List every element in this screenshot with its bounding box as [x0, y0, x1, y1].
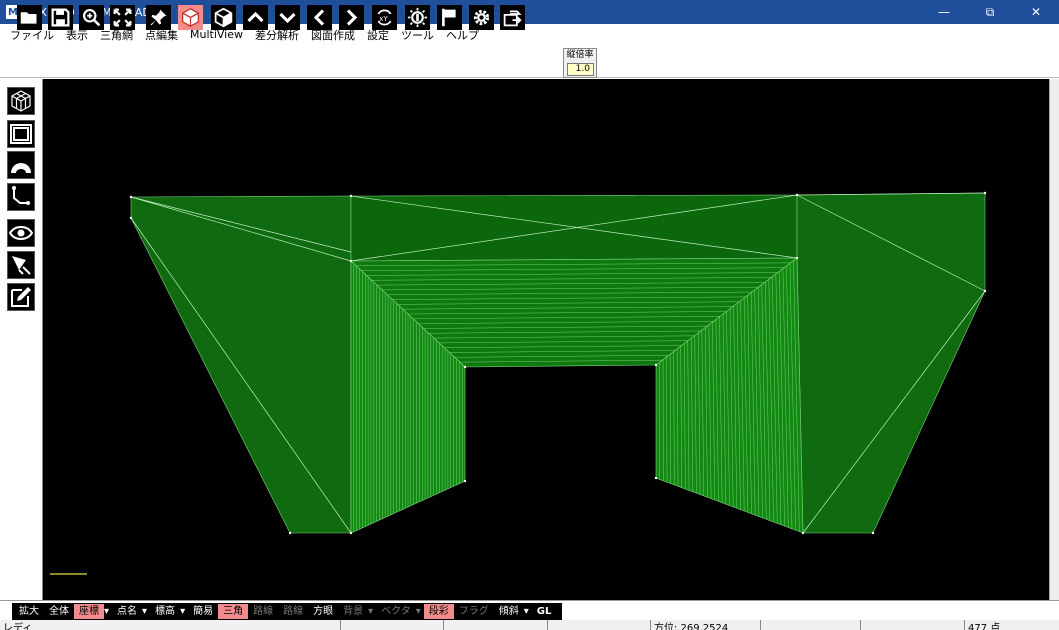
- edit-icon: [11, 287, 31, 307]
- wire-view-button[interactable]: [211, 5, 236, 30]
- folder-icon: [20, 12, 37, 24]
- status-pane-4: [547, 620, 650, 630]
- pin-icon: [150, 9, 167, 26]
- background-toggle[interactable]: 背景: [338, 604, 368, 619]
- vector-toggle[interactable]: ベクタ: [376, 604, 416, 619]
- sun-icon: [407, 7, 428, 28]
- elevation-dropdown[interactable]: ▾: [180, 604, 188, 619]
- route-toggle-1[interactable]: 路線: [248, 604, 278, 619]
- mesh-right-wing: [796, 192, 986, 534]
- vector-dropdown[interactable]: ▾: [416, 604, 424, 619]
- flag-button[interactable]: [437, 5, 462, 30]
- close-button[interactable]: ✕: [1013, 0, 1059, 24]
- cube-icon: [214, 7, 233, 28]
- status-bar: レディ 方位: 269.2524 477 点: [0, 620, 1059, 630]
- vertical-scale-box: 縦倍率 1.0: [563, 48, 597, 78]
- main-toolbar: [0, 45, 1059, 78]
- export-icon: [503, 10, 522, 27]
- point-name-dropdown[interactable]: ▾: [142, 604, 150, 619]
- triangle-toggle[interactable]: 三角: [218, 604, 249, 619]
- mesh-left-wing: [130, 195, 352, 534]
- flag-toggle[interactable]: フラグ: [454, 604, 494, 619]
- fit-all-button[interactable]: [110, 5, 135, 30]
- status-points: 477 点: [964, 620, 1059, 630]
- vertical-scale-label: 縦倍率: [566, 50, 594, 60]
- fit-screen-icon: [113, 8, 132, 27]
- polyline-icon: [12, 186, 30, 205]
- open-folder-button[interactable]: [17, 5, 42, 30]
- flag-icon: [442, 8, 456, 27]
- rotate-up-button[interactable]: [243, 5, 268, 30]
- section-icon: [11, 163, 31, 173]
- zoom-toggle[interactable]: 拡大: [14, 604, 44, 619]
- coordinate-dropdown[interactable]: ▾: [104, 604, 112, 619]
- 3d-viewport[interactable]: [43, 79, 1049, 600]
- vertical-scale-input[interactable]: 1.0: [567, 63, 594, 76]
- right-scrollbar[interactable]: [1049, 79, 1059, 600]
- status-pane-7: [860, 620, 964, 630]
- eye-button[interactable]: [7, 219, 35, 247]
- shaded-view-button[interactable]: [178, 5, 203, 30]
- tin-mesh-view: [50, 191, 987, 575]
- background-dropdown[interactable]: ▾: [368, 604, 376, 619]
- route-toggle-2[interactable]: 路線: [278, 604, 308, 619]
- save-button[interactable]: [48, 5, 73, 30]
- xyz-axes-icon: xY: [377, 9, 392, 26]
- chevron-right-icon: [346, 9, 358, 26]
- simple-toggle[interactable]: 簡易: [188, 604, 218, 619]
- pen-tool-button[interactable]: [7, 251, 35, 279]
- settings-button[interactable]: [469, 5, 494, 30]
- section-button[interactable]: [7, 151, 35, 179]
- status-position: 方位: 269.2524: [650, 620, 760, 630]
- 3d-grid-button[interactable]: [7, 87, 35, 115]
- status-pane-2: [340, 620, 443, 630]
- 3d-grid-icon: [11, 90, 31, 112]
- svg-text:xY: xY: [379, 15, 388, 23]
- chevron-up-icon: [247, 11, 264, 23]
- elevation-toggle[interactable]: 標高: [150, 604, 180, 619]
- gear-icon: [473, 9, 490, 26]
- rotate-left-button[interactable]: [307, 5, 332, 30]
- pin-button[interactable]: [146, 5, 171, 30]
- pen-tool-icon: [12, 256, 31, 275]
- grid-toggle[interactable]: 方眼: [308, 604, 338, 619]
- polyline-button[interactable]: [7, 183, 35, 211]
- point-name-toggle[interactable]: 点名: [112, 604, 142, 619]
- fit-all-toggle[interactable]: 全体: [44, 604, 74, 619]
- xyz-rotate-button[interactable]: xY: [372, 5, 397, 30]
- frame-button[interactable]: [7, 120, 35, 148]
- chevron-left-icon: [313, 9, 325, 26]
- frame-icon: [10, 124, 32, 144]
- maximize-button[interactable]: ⧉: [967, 0, 1013, 24]
- edit-button[interactable]: [7, 283, 35, 311]
- eye-icon: [9, 226, 33, 240]
- rotate-right-button[interactable]: [339, 5, 364, 30]
- color-shade-toggle[interactable]: 段彩: [423, 604, 454, 619]
- status-pane-3: [443, 620, 547, 630]
- zoom-in-icon: [82, 8, 101, 27]
- chevron-down-icon: [279, 12, 296, 24]
- light-button[interactable]: [405, 5, 430, 30]
- cube-shaded-icon: [181, 7, 200, 28]
- gl-toggle[interactable]: GL: [532, 604, 557, 619]
- slope-toggle[interactable]: 傾斜: [494, 604, 524, 619]
- slope-dropdown[interactable]: ▾: [524, 604, 532, 619]
- coordinate-toggle[interactable]: 座標: [74, 604, 104, 619]
- export-button[interactable]: [500, 5, 525, 30]
- status-pane-6: [760, 620, 860, 630]
- bottom-toolbar: 拡大 全体 座標 ▾ 点名 ▾ 標高 ▾ 簡易 三角 路線 路線 方眼 背景 ▾ ベクタ…: [0, 600, 1059, 620]
- rotate-down-button[interactable]: [275, 5, 300, 30]
- status-ready: レディ: [3, 623, 33, 630]
- minimize-button[interactable]: —: [921, 0, 967, 24]
- zoom-button[interactable]: [79, 5, 104, 30]
- save-icon: [51, 8, 70, 27]
